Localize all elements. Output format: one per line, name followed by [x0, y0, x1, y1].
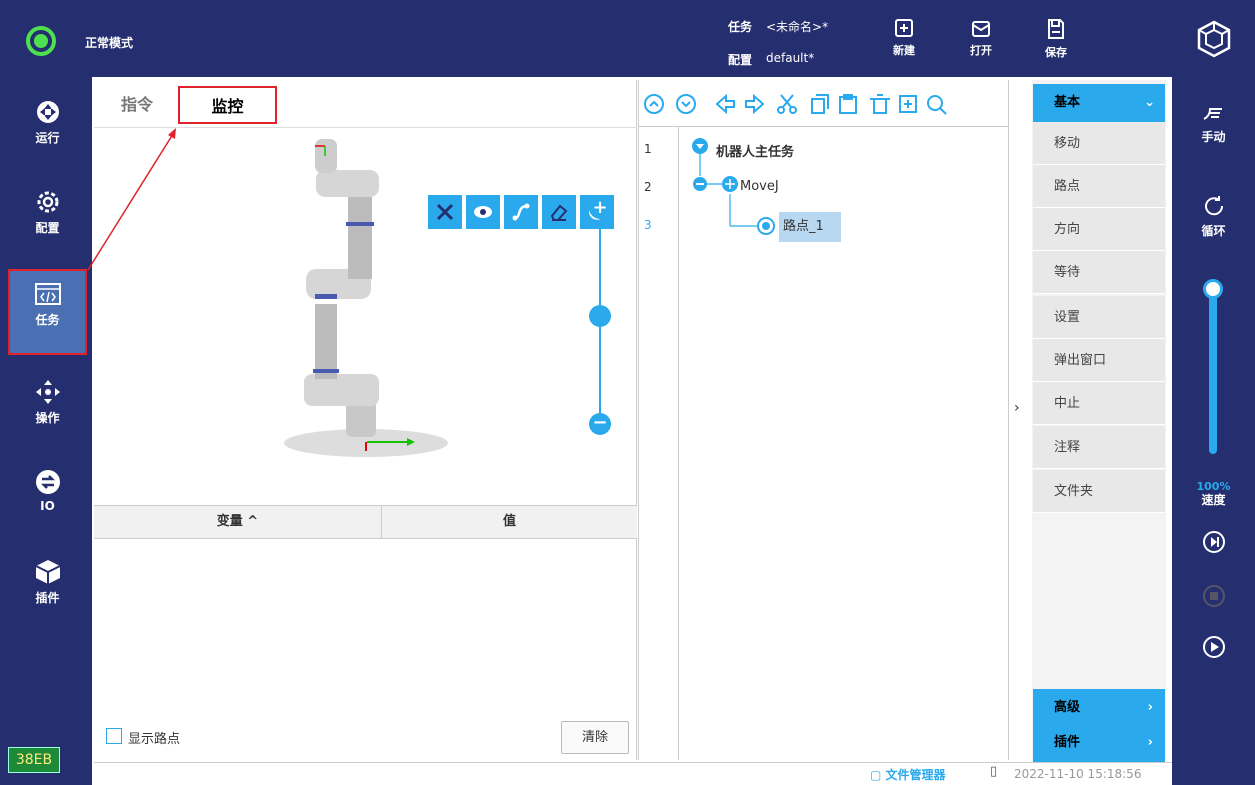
play-icon[interactable]	[1202, 635, 1226, 659]
nav-config[interactable]: 配置	[8, 177, 87, 263]
show-waypoints-checkbox[interactable]	[106, 728, 122, 744]
tab-instructions[interactable]: 指令	[121, 86, 153, 124]
top-header: 正常模式 任务 <未命名>* 配置 default* 新建 打开 保存	[0, 0, 1255, 77]
nav-run[interactable]: 运行	[8, 87, 87, 173]
left-nav: 运行 配置 任务 操作 IO 插件 38EB	[0, 77, 92, 785]
nav-plugins[interactable]: 插件	[8, 547, 87, 633]
loop-icon	[1204, 196, 1223, 216]
mode-label: 正常模式	[85, 36, 134, 50]
nav-io[interactable]: IO	[8, 457, 87, 543]
zoom-out-button[interactable]: −	[589, 413, 611, 435]
advanced-category-button[interactable]: 高级 ›	[1033, 689, 1165, 727]
path-button[interactable]	[504, 195, 538, 229]
gutter-divider	[678, 126, 679, 760]
program-tree-panel: 1 2 3 机器人主任务 MoveJ 路点_1	[638, 80, 1008, 760]
loop-button[interactable]: 循环	[1172, 193, 1255, 239]
status-indicator-icon	[26, 26, 56, 56]
show-waypoints-label: 显示路点	[128, 732, 181, 747]
right-nav: 手动 循环 100% 速度	[1172, 77, 1255, 785]
config-label: 配置	[728, 53, 753, 67]
view-button[interactable]	[466, 195, 500, 229]
robot-arm-illustration	[284, 139, 448, 457]
tab-bar	[94, 80, 637, 128]
chevron-right-icon: ›	[1147, 735, 1153, 750]
chevron-down-icon: ⌄	[1144, 95, 1155, 110]
new-button[interactable]: 新建	[884, 18, 924, 58]
plugins-category-button[interactable]: 插件 ›	[1033, 724, 1165, 762]
line-number: 2	[644, 180, 652, 194]
speed-slider-handle[interactable]	[1203, 279, 1223, 299]
hand-icon	[1202, 108, 1222, 120]
folder-icon: ▢	[870, 768, 886, 782]
plugin-box-icon	[35, 560, 60, 584]
tree-header-divider	[638, 126, 1008, 127]
path-icon	[512, 203, 530, 221]
command-comment[interactable]: 注释	[1033, 426, 1165, 469]
command-halt[interactable]: 中止	[1033, 382, 1165, 425]
value-column-header: 值	[502, 514, 516, 529]
robot-3d-view[interactable]: + −	[94, 129, 637, 505]
line-number: 1	[644, 142, 652, 156]
run-icon	[36, 101, 59, 123]
erase-button[interactable]	[542, 195, 576, 229]
tree-node-waypoint[interactable]: 路点_1	[779, 212, 841, 242]
speed-label: 速度	[1201, 493, 1226, 507]
command-direction[interactable]: 方向	[1033, 208, 1165, 251]
zoom-in-button[interactable]: +	[589, 197, 611, 219]
speed-slider-track[interactable]	[1209, 287, 1217, 454]
tab-monitor[interactable]: 监控	[178, 86, 277, 124]
command-waypoint[interactable]: 路点	[1033, 165, 1165, 208]
code-icon	[34, 283, 61, 305]
tree-node-movej[interactable]: MoveJ	[740, 179, 779, 194]
clear-button[interactable]: 清除	[561, 721, 629, 754]
collapse-strip	[1008, 80, 1032, 760]
gear-icon	[37, 191, 58, 213]
divider	[638, 80, 639, 760]
io-icon	[35, 470, 60, 494]
tree-toolbar	[644, 93, 947, 115]
open-button[interactable]: 打开	[961, 18, 1001, 58]
datetime-label: 2022-11-10 15:18:56	[1014, 767, 1142, 781]
stop-icon[interactable]	[1202, 584, 1226, 608]
brand-logo-icon	[1197, 20, 1231, 58]
chevron-right-icon: ›	[1147, 700, 1153, 715]
eye-icon	[474, 206, 492, 218]
file-manager-link[interactable]: ▢ 文件管理器	[870, 766, 946, 783]
save-icon	[1048, 19, 1064, 39]
command-wait[interactable]: 等待	[1033, 251, 1165, 294]
new-file-icon	[895, 19, 913, 37]
move-arrows-icon	[35, 380, 60, 404]
command-popup[interactable]: 弹出窗口	[1033, 339, 1165, 382]
manual-button[interactable]: 手动	[1172, 103, 1255, 145]
tree-node-main-task[interactable]: 机器人主任务	[716, 141, 794, 160]
step-forward-icon[interactable]	[1202, 530, 1226, 554]
nav-task[interactable]: 任务	[8, 269, 87, 355]
task-label: 任务	[728, 20, 753, 34]
device-id-badge: 38EB	[8, 747, 60, 773]
chevron-right-icon[interactable]: ›	[1014, 400, 1020, 416]
eraser-icon	[550, 204, 568, 221]
line-number: 3	[644, 218, 652, 232]
zoom-slider-handle[interactable]	[589, 305, 611, 327]
tool-button[interactable]	[428, 195, 462, 229]
task-value: <未命名>*	[766, 20, 829, 34]
save-button[interactable]: 保存	[1036, 18, 1076, 60]
command-move[interactable]: 移动	[1033, 122, 1165, 165]
tools-icon	[436, 203, 454, 221]
basic-category-button[interactable]: 基本 ⌄	[1033, 84, 1165, 122]
command-folder[interactable]: 文件夹	[1033, 470, 1165, 513]
config-value: default*	[766, 51, 815, 65]
command-set[interactable]: 设置	[1033, 296, 1165, 339]
monitor-panel: 指令 监控 + − 变量 ^ 值 显示路点 清除	[94, 80, 637, 760]
nav-operation[interactable]: 操作	[8, 367, 87, 453]
status-bar	[94, 762, 1172, 785]
variable-column-header[interactable]: 变量 ^	[94, 507, 381, 537]
open-folder-icon	[972, 21, 990, 37]
sd-card-icon: ▯	[990, 764, 998, 779]
